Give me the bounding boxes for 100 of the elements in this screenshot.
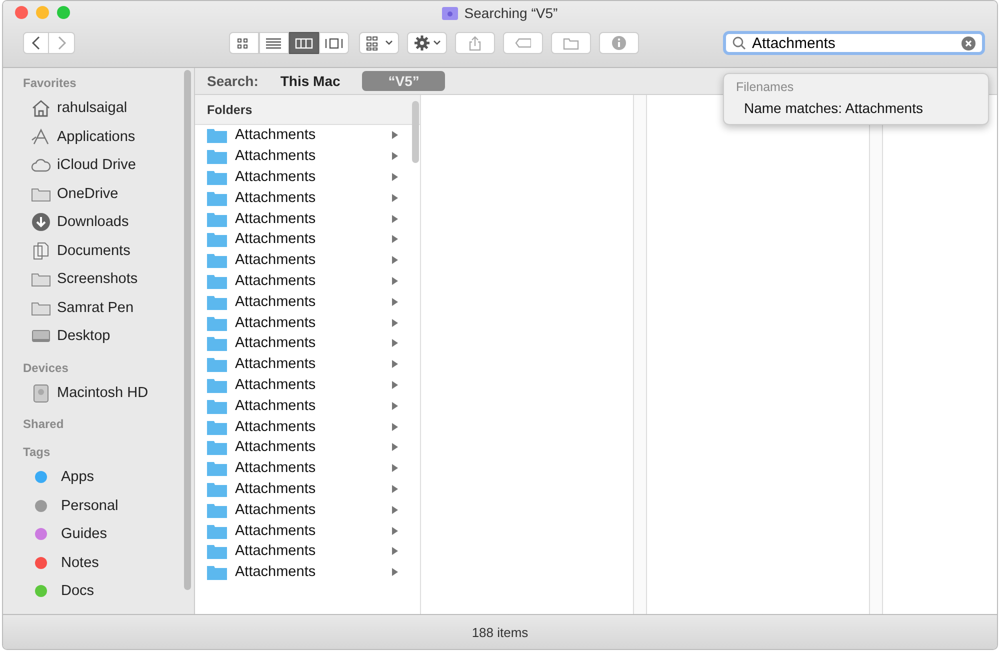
disclosure-arrow-icon [392, 256, 398, 264]
folder-name[interactable]: Attachments [235, 439, 384, 456]
folder-name[interactable]: Attachments [235, 356, 384, 372]
window-title: Searching “V5” [464, 5, 558, 21]
folder-name[interactable]: Attachments [235, 148, 384, 164]
folder-name[interactable]: Attachments [235, 210, 384, 227]
item-count: 188 items [472, 624, 528, 640]
folder-icon [207, 502, 227, 518]
folder-icon [207, 148, 227, 164]
folder-name[interactable]: Attachments [235, 522, 384, 539]
sidebar-item[interactable]: OneDrive [57, 186, 118, 202]
sidebar-item[interactable]: Docs [61, 583, 94, 600]
hard-drive-icon [31, 382, 51, 403]
sidebar-item[interactable]: Downloads [57, 214, 129, 230]
gallery-view-icon [325, 36, 343, 50]
grid-button[interactable] [359, 32, 399, 54]
folder-icon [207, 480, 227, 497]
folder-icon [207, 210, 227, 227]
disclosure-arrow-icon [392, 131, 398, 140]
tag-button[interactable] [503, 32, 543, 54]
disclosure-arrow-icon [392, 568, 398, 576]
folder-icon [207, 335, 227, 352]
info-icon [611, 35, 627, 51]
search-icon [732, 36, 746, 50]
sidebar-item[interactable]: Notes [61, 554, 99, 571]
folder-icon [207, 460, 227, 476]
documents-icon [31, 240, 51, 261]
settings-icon [414, 35, 430, 51]
folder-name[interactable]: Attachments [235, 376, 384, 393]
settings-button[interactable] [407, 32, 447, 54]
sidebar-item[interactable]: Screenshots [57, 271, 138, 288]
chevron-left-icon [31, 36, 41, 50]
folder-name[interactable]: Attachments [235, 168, 384, 185]
folder-icon [207, 294, 227, 310]
sidebar-item[interactable]: Personal [61, 498, 118, 514]
folder-name[interactable]: Attachments [235, 272, 384, 289]
folder-name[interactable]: Attachments [235, 252, 384, 268]
zoom-button[interactable] [57, 6, 70, 18]
sidebar-item[interactable]: Desktop [57, 328, 110, 344]
sidebar-item[interactable]: rahulsaigal [57, 100, 128, 116]
folder-name[interactable]: Attachments [235, 398, 384, 414]
folder-icon [442, 6, 458, 20]
sidebar-item[interactable]: Applications [57, 128, 136, 145]
folder-name[interactable]: Attachments [235, 480, 384, 497]
sidebar-item[interactable]: Guides [61, 526, 107, 542]
sidebar-item[interactable]: iCloud Drive [57, 157, 136, 174]
close-button[interactable] [15, 6, 28, 18]
back-button[interactable] [23, 32, 49, 54]
folder-name[interactable]: Attachments [235, 314, 384, 331]
suggestion-item[interactable]: Name matches: Attachments [724, 94, 988, 116]
folder-name[interactable]: Attachments [235, 190, 384, 206]
disclosure-arrow-icon [392, 464, 398, 472]
sidebar-heading: Devices [23, 360, 70, 376]
folder-icon [207, 356, 227, 372]
scrollbar[interactable] [184, 70, 191, 590]
info-button[interactable] [599, 32, 639, 54]
folder-icon [207, 190, 227, 206]
folder-name[interactable]: Attachments [235, 127, 384, 144]
folder-name[interactable]: Attachments [235, 460, 384, 476]
sidebar-item[interactable]: Macintosh HD [57, 384, 148, 401]
sidebar-heading: Shared [23, 416, 65, 433]
folder-icon [207, 439, 227, 456]
scope-button[interactable]: This Mac [270, 71, 350, 91]
clear-icon[interactable] [961, 36, 976, 50]
download-icon [31, 212, 51, 232]
sidebar-item[interactable]: Apps [61, 469, 94, 486]
folder-icon [207, 252, 227, 268]
disclosure-arrow-icon [392, 506, 398, 514]
share-button[interactable] [455, 32, 495, 54]
sidebar-heading: Favorites [23, 75, 78, 92]
sidebar-item[interactable]: Documents [57, 242, 130, 259]
folder-name[interactable]: Attachments [235, 335, 384, 352]
minimize-button[interactable] [36, 6, 49, 18]
folder-name[interactable]: Attachments [235, 543, 384, 560]
folder-icon [207, 272, 227, 289]
chevron-down-icon [384, 40, 392, 46]
new-folder-button[interactable] [551, 32, 591, 54]
disclosure-arrow-icon [392, 484, 398, 493]
sidebar-item[interactable]: Samrat Pen [57, 300, 134, 316]
folder-icon [207, 564, 227, 580]
disclosure-arrow-icon [392, 443, 398, 452]
folder-name[interactable]: Attachments [235, 294, 384, 310]
view-mode-button[interactable] [289, 32, 319, 54]
disclosure-arrow-icon [392, 402, 398, 410]
search-field[interactable]: Attachments [723, 31, 985, 55]
chevron-down-icon [432, 40, 440, 46]
folder-icon [207, 418, 227, 435]
folder-name[interactable]: Attachments [235, 231, 384, 248]
folder-icon [207, 376, 227, 393]
disclosure-arrow-icon [392, 380, 398, 389]
column-header: Folders [195, 95, 420, 125]
disclosure-arrow-icon [392, 214, 398, 223]
folder-name[interactable]: Attachments [235, 502, 384, 518]
disclosure-arrow-icon [392, 318, 398, 327]
scrollbar[interactable] [412, 101, 419, 163]
chevron-right-icon [56, 36, 66, 50]
disclosure-arrow-icon [392, 194, 398, 202]
folder-name[interactable]: Attachments [235, 564, 384, 580]
folder-name[interactable]: Attachments [235, 418, 384, 435]
folder-icon [207, 314, 227, 331]
